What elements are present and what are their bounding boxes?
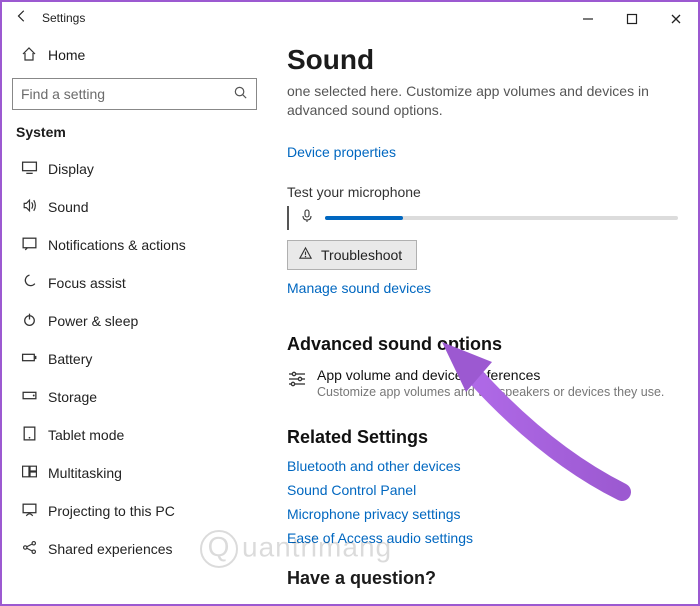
question-heading: Have a question? — [287, 568, 678, 589]
test-mic-label: Test your microphone — [287, 184, 678, 200]
sidebar-item-sound[interactable]: Sound — [12, 188, 257, 226]
sidebar-item-battery[interactable]: Battery — [12, 340, 257, 378]
sidebar-item-tablet[interactable]: Tablet mode — [12, 416, 257, 454]
search-icon — [233, 85, 248, 103]
sidebar-item-label: Battery — [42, 351, 92, 367]
related-heading: Related Settings — [287, 427, 678, 448]
window-title: Settings — [36, 11, 566, 25]
mic-level-fill — [325, 216, 403, 220]
sidebar-item-label: Projecting to this PC — [42, 503, 175, 519]
sidebar-item-label: Power & sleep — [42, 313, 138, 329]
sidebar-item-display[interactable]: Display — [12, 150, 257, 188]
mic-level-meter — [325, 216, 678, 220]
related-link-ease-access[interactable]: Ease of Access audio settings — [287, 530, 678, 546]
main-content: Sound one selected here. Customize app v… — [267, 34, 698, 604]
sidebar-item-label: Storage — [42, 389, 97, 405]
power-icon — [16, 311, 42, 331]
maximize-button[interactable] — [610, 2, 654, 34]
projecting-icon — [16, 501, 42, 521]
sidebar-nav: Display Sound Notifications & actions — [12, 150, 257, 568]
multitasking-icon — [16, 463, 42, 483]
page-title: Sound — [287, 44, 678, 76]
sidebar-item-label: Shared experiences — [42, 541, 173, 557]
display-icon — [16, 159, 42, 179]
app-volume-preferences[interactable]: App volume and device preferences Custom… — [287, 365, 678, 399]
device-properties-link[interactable]: Device properties — [287, 144, 396, 160]
minimize-button[interactable] — [566, 2, 610, 34]
adv-item-title: App volume and device preferences — [317, 367, 664, 383]
sliders-icon — [287, 367, 317, 399]
sidebar-item-label: Notifications & actions — [42, 237, 186, 253]
sidebar-item-storage[interactable]: Storage — [12, 378, 257, 416]
sidebar-home[interactable]: Home — [12, 38, 257, 72]
shared-icon — [16, 539, 42, 559]
sidebar-item-label: Focus assist — [42, 275, 126, 291]
sidebar-item-label: Display — [42, 161, 94, 177]
sound-icon — [16, 197, 42, 217]
troubleshoot-button[interactable]: Troubleshoot — [287, 240, 417, 270]
related-link-bluetooth[interactable]: Bluetooth and other devices — [287, 458, 678, 474]
troubleshoot-label: Troubleshoot — [321, 247, 402, 263]
sidebar-item-focus-assist[interactable]: Focus assist — [12, 264, 257, 302]
advanced-heading: Advanced sound options — [287, 334, 678, 355]
sidebar-item-shared[interactable]: Shared experiences — [12, 530, 257, 568]
sidebar-home-label: Home — [42, 47, 85, 63]
search-placeholder: Find a setting — [21, 86, 233, 102]
battery-icon — [16, 349, 42, 369]
home-icon — [16, 46, 42, 65]
mic-level-row — [287, 206, 678, 230]
sidebar-item-label: Sound — [42, 199, 88, 215]
sidebar-item-power[interactable]: Power & sleep — [12, 302, 257, 340]
search-input[interactable]: Find a setting — [12, 78, 257, 110]
storage-icon — [16, 387, 42, 407]
notifications-icon — [16, 235, 42, 255]
sidebar-item-projecting[interactable]: Projecting to this PC — [12, 492, 257, 530]
related-link-mic-privacy[interactable]: Microphone privacy settings — [287, 506, 678, 522]
sidebar-group-title: System — [16, 124, 257, 140]
sidebar-item-multitasking[interactable]: Multitasking — [12, 454, 257, 492]
close-button[interactable] — [654, 2, 698, 34]
sidebar-item-label: Tablet mode — [42, 427, 124, 443]
sidebar-item-label: Multitasking — [42, 465, 122, 481]
tablet-icon — [16, 425, 42, 445]
adv-item-subtitle: Customize app volumes and the speakers o… — [317, 385, 664, 399]
manage-devices-link[interactable]: Manage sound devices — [287, 280, 431, 296]
scrollbar[interactable] — [684, 34, 698, 604]
page-title-text: Sound — [287, 44, 678, 76]
related-link-sound-panel[interactable]: Sound Control Panel — [287, 482, 678, 498]
sidebar-item-notifications[interactable]: Notifications & actions — [12, 226, 257, 264]
microphone-icon — [299, 208, 321, 227]
back-button[interactable] — [8, 9, 36, 27]
intro-text: one selected here. Customize app volumes… — [287, 82, 678, 120]
sidebar: Home Find a setting System Display — [2, 34, 267, 604]
warning-icon — [298, 246, 313, 264]
focus-assist-icon — [16, 273, 42, 293]
